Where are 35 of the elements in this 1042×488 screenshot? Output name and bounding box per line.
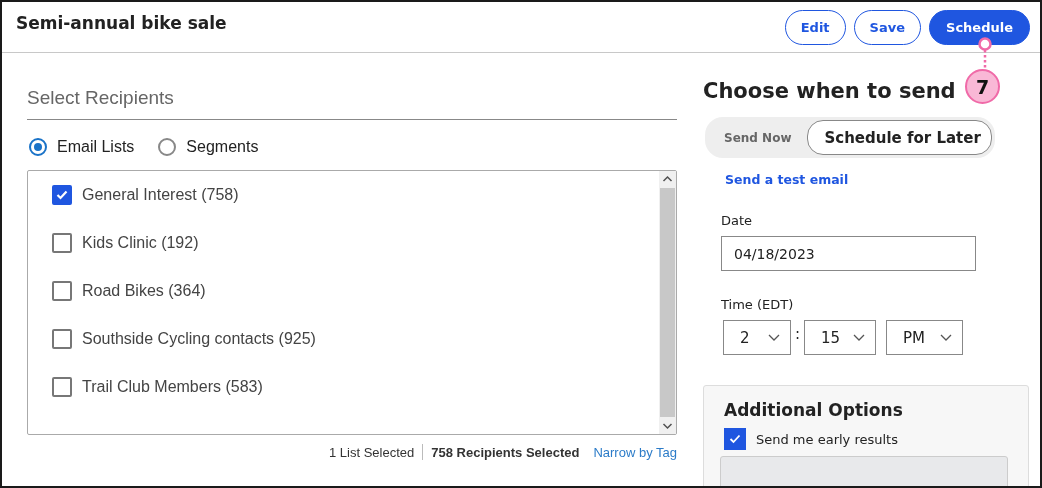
radio-option[interactable]: Email Lists (29, 138, 135, 156)
header-button[interactable]: Edit (784, 9, 846, 45)
date-field[interactable]: 04/18/2023 (721, 236, 976, 271)
send-mode-tab[interactable]: Send Now (708, 120, 808, 155)
chevron-down-icon (940, 334, 953, 341)
header-button[interactable]: Schedule (929, 9, 1030, 45)
scrollbar[interactable] (659, 171, 676, 434)
list-option[interactable]: Road Bikes (364) (52, 281, 316, 301)
checkmark-icon (56, 190, 68, 200)
header-button[interactable]: Save (853, 9, 921, 45)
chevron-down-icon (853, 334, 866, 341)
panel-heading: Additional Options (724, 400, 904, 420)
narrow-by-tag-link[interactable]: Narrow by Tag (593, 444, 677, 460)
checkmark-icon (729, 434, 741, 444)
date-label: Date (721, 213, 754, 228)
chevron-down-icon (768, 334, 780, 341)
list-option[interactable]: Southside Cycling contacts (925) (52, 329, 316, 349)
list-option[interactable]: Trail Club Members (583) (52, 377, 316, 397)
lists-selected-count: 1 List Selected (329, 444, 415, 460)
list-option[interactable]: General Interest (758) (52, 185, 316, 205)
section-heading: Select Recipients (27, 87, 677, 120)
callout-badge: 7 (965, 69, 1000, 104)
send-test-email-link[interactable]: Send a test email (725, 172, 1040, 187)
hour-select[interactable]: 2 (723, 320, 791, 355)
recipients-selected-count: 758 Recipients Selected (431, 444, 580, 460)
list-option[interactable]: Kids Clinic (192) (52, 233, 316, 253)
section-heading: Choose when to send (703, 79, 956, 103)
time-separator: : (795, 324, 801, 343)
send-mode-tab[interactable]: Schedule for Later (807, 120, 992, 155)
radio-option[interactable]: Segments (158, 138, 259, 156)
option-checkbox[interactable]: Send me early results (724, 428, 1008, 450)
minute-select[interactable]: 15 (804, 320, 877, 355)
page-title: Semi-annual bike sale (16, 13, 227, 33)
time-label: Time (EDT) (721, 297, 795, 312)
period-select[interactable]: PM (886, 320, 964, 355)
